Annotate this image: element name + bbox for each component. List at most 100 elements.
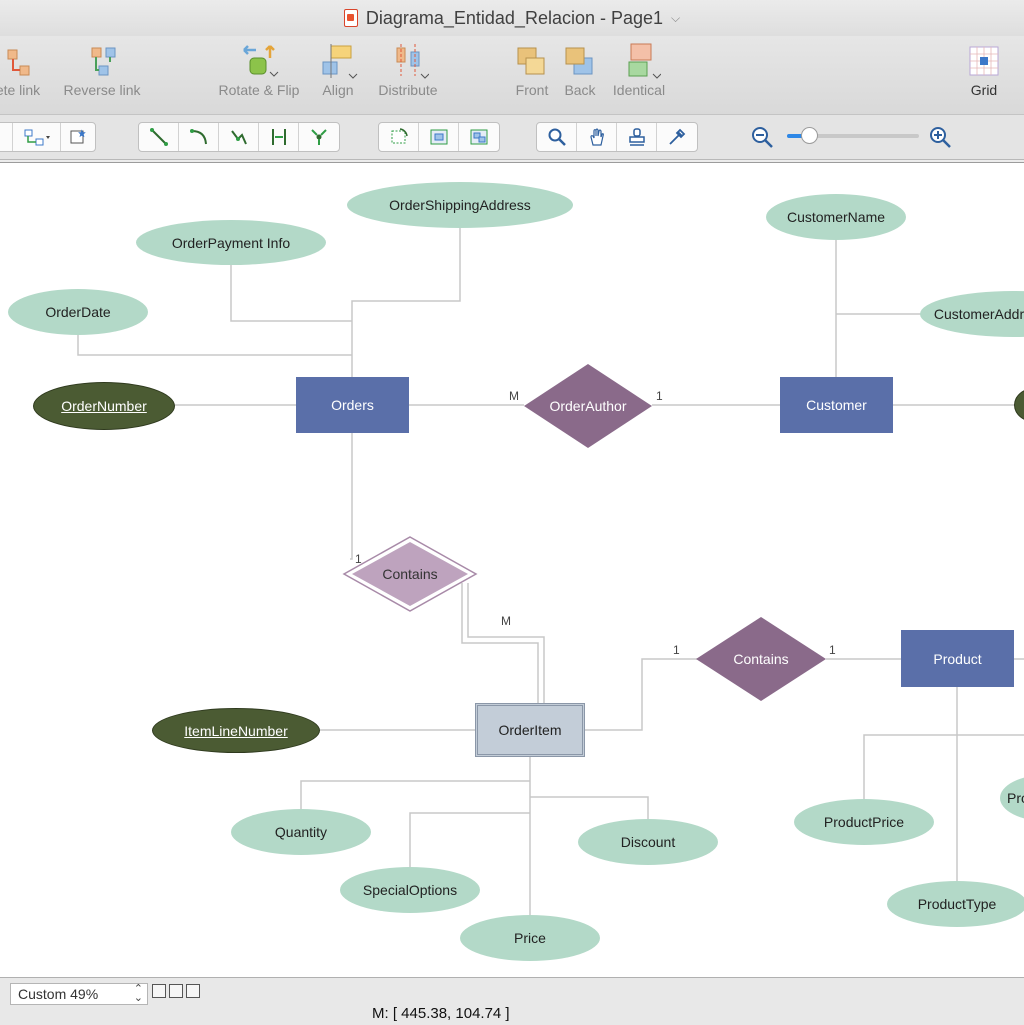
connector-orders-date — [77, 329, 352, 356]
eyedropper-button[interactable] — [657, 123, 697, 151]
view-tools-group — [536, 122, 698, 152]
rotate-shape-icon — [391, 128, 408, 144]
diagram-canvas[interactable]: OrderShippingAddress OrderPayment Info O… — [0, 162, 1024, 977]
connector-icon — [0, 129, 4, 145]
relationship-label-contains-order: Contains — [382, 566, 438, 582]
entity-customer[interactable]: Customer — [780, 377, 893, 433]
connector-product-tree — [863, 687, 1024, 881]
connector-contains-item-a — [461, 583, 539, 703]
connector-item-contains — [584, 658, 700, 731]
line-tools-group — [138, 122, 340, 152]
hand-tool-button[interactable] — [577, 123, 617, 151]
zoom-out-button[interactable] — [750, 125, 774, 154]
page-view-double[interactable] — [169, 984, 183, 998]
back-button[interactable]: Back — [558, 40, 602, 98]
window-title: Diagrama_Entidad_Relacion - Page1 — [365, 7, 664, 28]
resize-shape-button[interactable] — [419, 123, 459, 151]
resize-shape-icon — [430, 129, 447, 145]
attribute-discount[interactable]: Discount — [578, 819, 718, 865]
search-icon — [548, 128, 566, 146]
attribute-product-type[interactable]: ProductType — [887, 881, 1024, 927]
connector-style-button[interactable] — [0, 123, 13, 151]
grid-icon — [960, 40, 1008, 82]
arc-line-button[interactable] — [179, 123, 219, 151]
attribute-product-price[interactable]: ProductPrice — [794, 799, 934, 845]
align-icon — [316, 40, 360, 82]
key-attribute-item-line-number[interactable]: ItemLineNumber — [152, 708, 320, 753]
round-connector-icon — [311, 129, 327, 145]
group-shape-icon — [470, 129, 488, 145]
insert-shape-button[interactable] — [61, 123, 95, 151]
insert-shape-icon — [70, 129, 86, 144]
zoom-in-icon — [930, 127, 951, 148]
cardinality-orders-author: M — [509, 389, 519, 403]
reverse-link-button[interactable]: Reverse link — [58, 40, 146, 98]
zoom-slider[interactable] — [787, 127, 919, 144]
page-view-single[interactable] — [152, 984, 166, 998]
relationship-label-order-author: OrderAuthor — [549, 398, 627, 414]
smart-connector-button[interactable] — [259, 123, 299, 151]
identical-button[interactable]: Identical — [606, 40, 672, 98]
chevron-down-icon[interactable]: ⌵ — [671, 11, 680, 26]
relationship-label-contains-product: Contains — [733, 651, 789, 667]
elbow-connector-button[interactable] — [13, 123, 61, 151]
elbow-connector-icon — [24, 129, 50, 146]
attribute-order-shipping-address[interactable]: OrderShippingAddress — [347, 182, 573, 228]
send-back-icon — [558, 40, 602, 82]
entity-orders[interactable]: Orders — [296, 377, 409, 433]
cardinality-contains-item: M — [501, 614, 511, 628]
zoom-in-button[interactable] — [928, 125, 952, 154]
rotate-flip-icon — [212, 40, 306, 82]
zoom-level-select[interactable]: Custom 49% ⌃ ⌄ — [10, 983, 148, 1005]
page-view-multi[interactable] — [186, 984, 200, 998]
key-attribute-order-number[interactable]: OrderNumber — [33, 382, 175, 430]
stamp-tool-button[interactable] — [617, 123, 657, 151]
toolbar: ete link Reverse link Rotate & Flip Alig… — [0, 36, 1024, 115]
rotate-shape-button[interactable] — [379, 123, 419, 151]
page-view-buttons — [152, 984, 203, 998]
weak-entity-order-item[interactable]: OrderItem — [475, 703, 585, 757]
cardinality-contains-product: 1 — [829, 643, 836, 657]
hand-icon — [589, 128, 604, 146]
stepper-arrows-icon[interactable]: ⌃ ⌄ — [134, 984, 143, 1004]
document-icon — [343, 9, 358, 27]
attribute-customer-name[interactable]: CustomerName — [766, 194, 906, 240]
bring-front-icon — [510, 40, 554, 82]
straight-line-icon — [149, 128, 168, 146]
delete-link-button[interactable]: ete link — [0, 40, 50, 98]
zoom-out-icon — [752, 127, 773, 148]
attribute-order-date[interactable]: OrderDate — [8, 289, 148, 335]
align-button[interactable]: Align — [316, 40, 360, 98]
delete-link-icon — [0, 40, 50, 82]
front-button[interactable]: Front — [510, 40, 554, 98]
status-bar: Custom 49% ⌃ ⌄ M: [ 445.38, 104.74 ] — [0, 977, 1024, 1025]
distribute-button[interactable]: Distribute — [370, 40, 446, 98]
reverse-link-icon — [58, 40, 146, 82]
connector-orders-payment — [230, 263, 352, 322]
bezier-line-button[interactable] — [219, 123, 259, 151]
group-shape-button[interactable] — [459, 123, 499, 151]
cardinality-author-customer: 1 — [656, 389, 663, 403]
connector-orders-shipping — [351, 225, 461, 377]
rotate-flip-button[interactable]: Rotate & Flip — [212, 40, 306, 98]
attribute-quantity[interactable]: Quantity — [231, 809, 371, 855]
bezier-icon — [230, 130, 247, 145]
attribute-special-options[interactable]: SpecialOptions — [340, 867, 480, 913]
attribute-order-payment-info[interactable]: OrderPayment Info — [136, 220, 326, 265]
cursor-coordinates: M: [ 445.38, 104.74 ] — [372, 1005, 510, 1022]
shape-transform-group — [378, 122, 500, 152]
entity-product[interactable]: Product — [901, 630, 1014, 687]
round-connector-button[interactable] — [299, 123, 339, 151]
arc-line-icon — [189, 129, 207, 145]
attribute-price[interactable]: Price — [460, 915, 600, 961]
title-bar: Diagrama_Entidad_Relacion - Page1 ⌵ — [0, 0, 1024, 36]
connector-style-group — [0, 122, 96, 152]
straight-line-button[interactable] — [139, 123, 179, 151]
search-button[interactable] — [537, 123, 577, 151]
grid-button[interactable]: Grid — [960, 40, 1008, 98]
distribute-icon — [370, 40, 446, 82]
smart-connector-icon — [271, 129, 286, 145]
connector-orders-contains — [350, 433, 353, 560]
identical-icon — [606, 40, 672, 82]
cardinality-orders-contains: 1 — [355, 552, 362, 566]
